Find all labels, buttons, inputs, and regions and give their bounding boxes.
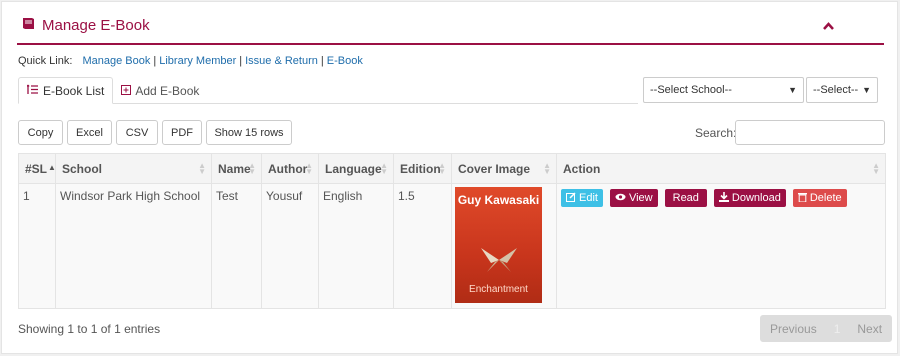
list-icon — [26, 84, 39, 98]
tab-add-ebook-label: Add E-Book — [135, 83, 200, 98]
col-sl-label: #SL — [25, 161, 48, 176]
csv-button[interactable]: CSV — [116, 120, 158, 145]
col-school-label: School — [62, 161, 103, 176]
ebook-table: #SL▲ School ▲ ▼ Name ▲ ▼ Author ▲ ▼ Language ▲ ▼… — [18, 153, 886, 309]
col-author-header[interactable]: Author ▲ ▼ — [261, 153, 319, 184]
download-button[interactable]: Download — [713, 189, 786, 207]
col-cover-header[interactable]: Cover Image ▲ ▼ — [451, 153, 557, 184]
copy-button[interactable]: Copy — [18, 120, 63, 145]
col-author-label: Author — [268, 161, 308, 176]
page-1-button[interactable]: 1 — [826, 316, 849, 341]
dropdown-arrow-icon: ▼ — [862, 85, 871, 95]
manage-ebook-panel: Manage E-Book Quick Link: Manage Book | Li… — [1, 1, 898, 354]
cell-school: Windsor Park High School — [55, 183, 212, 309]
cell-name: Test — [211, 183, 262, 309]
col-name-header[interactable]: Name ▲ ▼ — [211, 153, 262, 184]
cover-image: Guy Kawasaki Enchantment — [455, 187, 542, 303]
cell-sl: 1 — [18, 183, 56, 309]
quick-links: Quick Link: Manage Book | Library Member | I… — [18, 55, 363, 67]
pagination: Previous 1 Next — [760, 315, 893, 342]
plus-square-icon — [121, 84, 132, 98]
search-label: Search: — [695, 126, 737, 140]
edit-button[interactable]: Edit — [561, 189, 603, 207]
cover-title-text: Enchantment — [469, 284, 528, 295]
school-select[interactable]: --Select School-- ▼ — [643, 77, 804, 103]
tab-ebook-list[interactable]: E-Book List — [18, 77, 114, 104]
pdf-button[interactable]: PDF — [162, 120, 202, 145]
view-button-label: View — [628, 192, 653, 204]
cell-actions: Edit View Read Download Delete — [556, 183, 886, 309]
quick-link-ebook[interactable]: E-Book — [327, 55, 363, 67]
col-cover-label: Cover Image — [458, 161, 531, 176]
col-language-label: Language — [325, 161, 382, 176]
excel-button[interactable]: Excel — [67, 120, 112, 145]
search-input[interactable] — [735, 120, 885, 145]
col-edition-label: Edition — [400, 161, 441, 176]
dropdown-arrow-icon: ▼ — [788, 85, 797, 95]
col-edition-header[interactable]: Edition ▲ ▼ — [393, 153, 452, 184]
quick-link-issue-return[interactable]: Issue & Return — [245, 55, 318, 67]
panel-title: Manage E-Book — [21, 16, 150, 35]
delete-button-label: Delete — [809, 192, 842, 204]
sort-icon: ▲ ▼ — [438, 161, 446, 176]
quick-link-manage-book[interactable]: Manage Book — [82, 55, 150, 67]
col-name-label: Name — [218, 161, 251, 176]
col-sl-header[interactable]: #SL▲ — [18, 153, 56, 184]
table-row: 1 Windsor Park High School Test Yousuf E… — [18, 183, 886, 309]
sort-icon: ▲ ▼ — [305, 161, 313, 176]
show-rows-button[interactable]: Show 15 rows — [206, 120, 292, 145]
download-icon — [718, 191, 729, 205]
download-button-label: Download — [731, 192, 781, 204]
delete-button[interactable]: Delete — [792, 189, 847, 207]
cell-edition: 1.5 — [393, 183, 452, 309]
showing-entries: Showing 1 to 1 of 1 entries — [18, 322, 161, 336]
read-button[interactable]: Read — [664, 189, 707, 207]
col-action-header[interactable]: Action ▲ ▼ — [556, 153, 886, 184]
next-button[interactable]: Next — [848, 316, 891, 341]
sort-icon: ▲ ▼ — [872, 161, 880, 176]
sort-icon: ▲ ▼ — [380, 161, 388, 176]
col-school-header[interactable]: School ▲ ▼ — [55, 153, 212, 184]
view-button[interactable]: View — [609, 189, 658, 207]
sort-icon: ▲ ▼ — [198, 161, 206, 176]
sort-icon: ▲ ▼ — [248, 161, 256, 176]
secondary-select[interactable]: --Select-- ▼ — [806, 77, 878, 103]
tab-bar: E-Book List Add E-Book — [18, 77, 638, 104]
trash-icon — [797, 192, 807, 205]
col-language-header[interactable]: Language ▲ ▼ — [318, 153, 394, 184]
quick-link-library-member[interactable]: Library Member — [159, 55, 236, 67]
sort-icon: ▲ ▼ — [543, 161, 551, 176]
table-header-row: #SL▲ School ▲ ▼ Name ▲ ▼ Author ▲ ▼ Language ▲ ▼… — [18, 153, 886, 184]
book-icon — [21, 16, 36, 35]
previous-button[interactable]: Previous — [761, 316, 826, 341]
secondary-select-value: --Select-- — [813, 84, 859, 96]
edit-button-label: Edit — [579, 192, 598, 204]
tab-add-ebook[interactable]: Add E-Book — [113, 77, 207, 104]
title-divider — [17, 43, 884, 45]
origami-butterfly-icon — [481, 248, 517, 272]
eye-icon — [615, 192, 626, 204]
panel-title-text: Manage E-Book — [42, 17, 150, 34]
quick-link-label: Quick Link: — [18, 55, 73, 67]
cell-author: Yousuf — [261, 183, 319, 309]
school-select-value: --Select School-- — [650, 84, 732, 96]
tab-ebook-list-label: E-Book List — [43, 83, 105, 98]
cell-language: English — [318, 183, 394, 309]
col-action-label: Action — [563, 161, 601, 176]
cover-author-text: Guy Kawasaki — [457, 193, 540, 207]
collapse-chevron-icon[interactable] — [823, 19, 834, 33]
edit-icon — [566, 191, 576, 205]
cell-cover: Guy Kawasaki Enchantment — [451, 183, 557, 309]
